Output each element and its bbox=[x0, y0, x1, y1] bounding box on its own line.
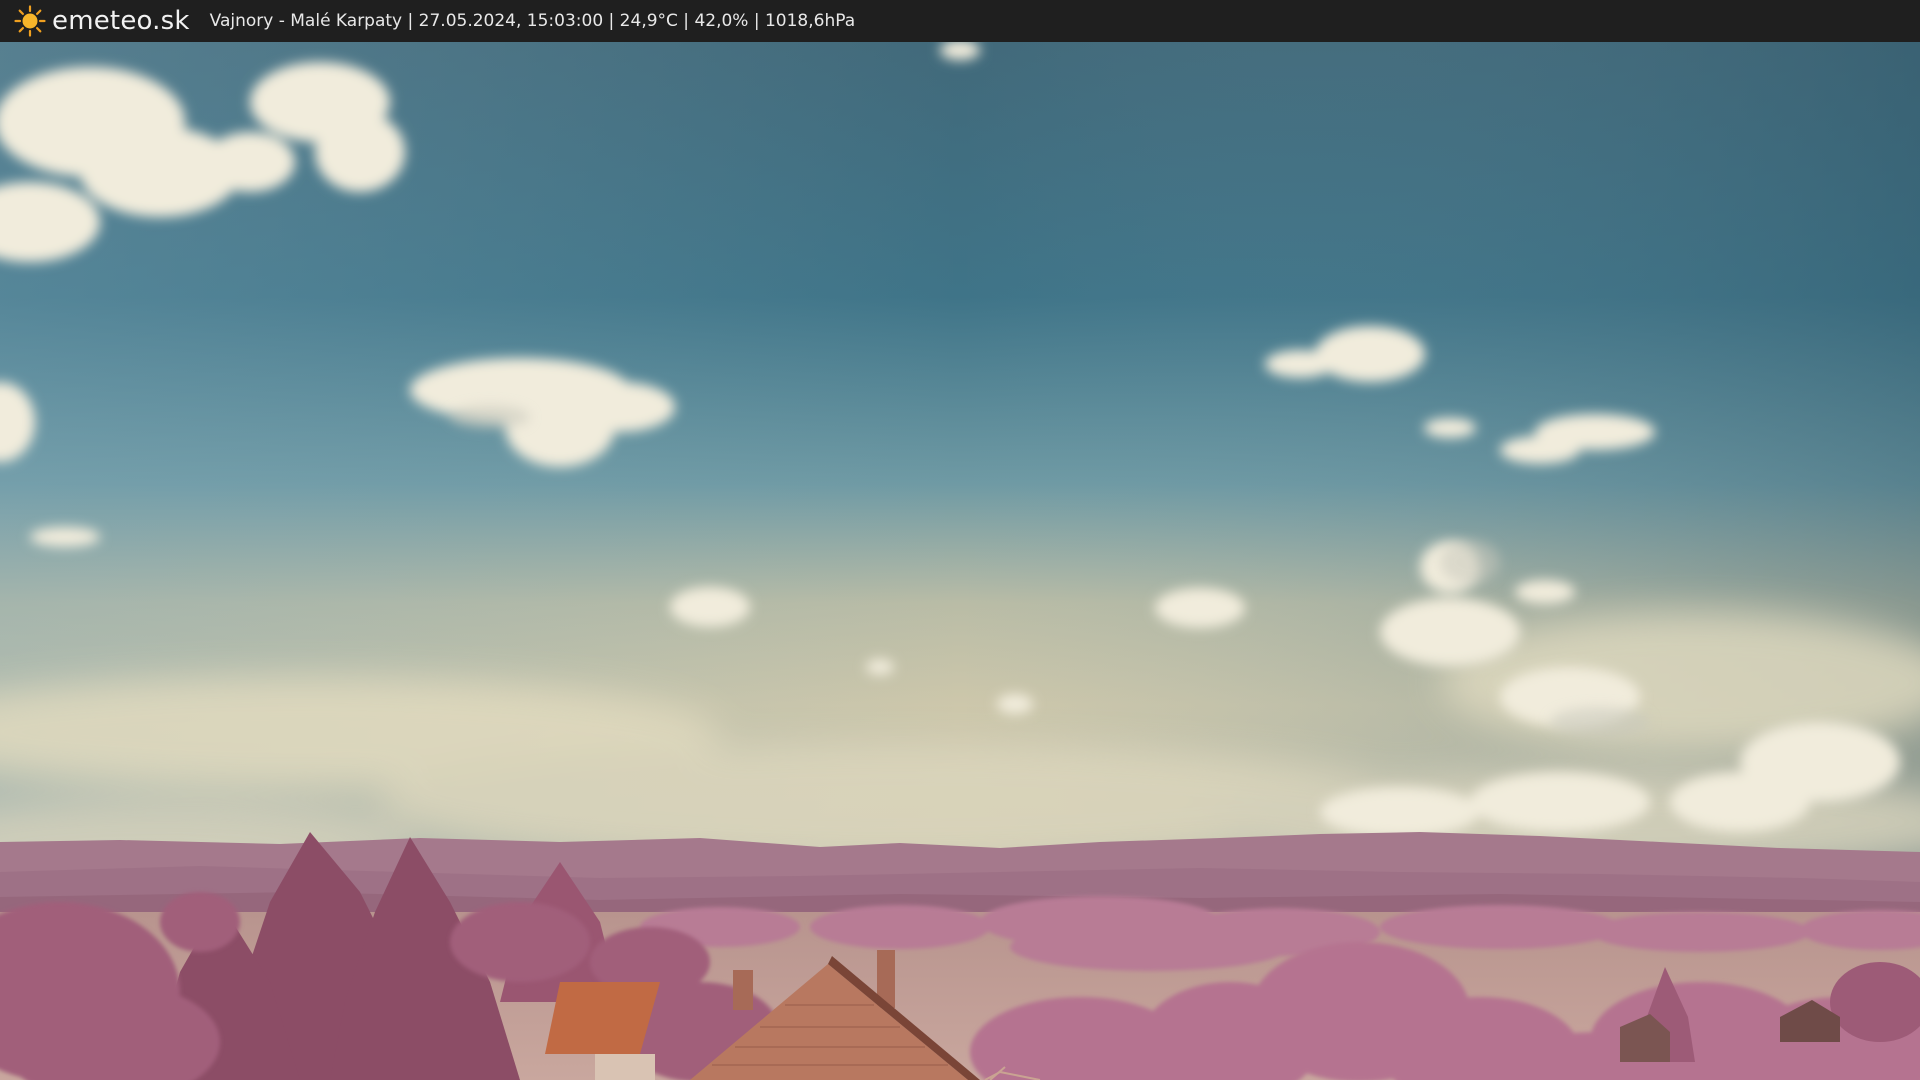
brand-name[interactable]: emeteo.sk bbox=[52, 6, 190, 36]
sun-icon bbox=[14, 5, 46, 37]
top-bar: emeteo.sk Vajnory - Malé Karpaty | 27.05… bbox=[0, 0, 1920, 42]
station-caption: Vajnory - Malé Karpaty | 27.05.2024, 15:… bbox=[209, 11, 856, 31]
webcam-image bbox=[0, 42, 1920, 1080]
